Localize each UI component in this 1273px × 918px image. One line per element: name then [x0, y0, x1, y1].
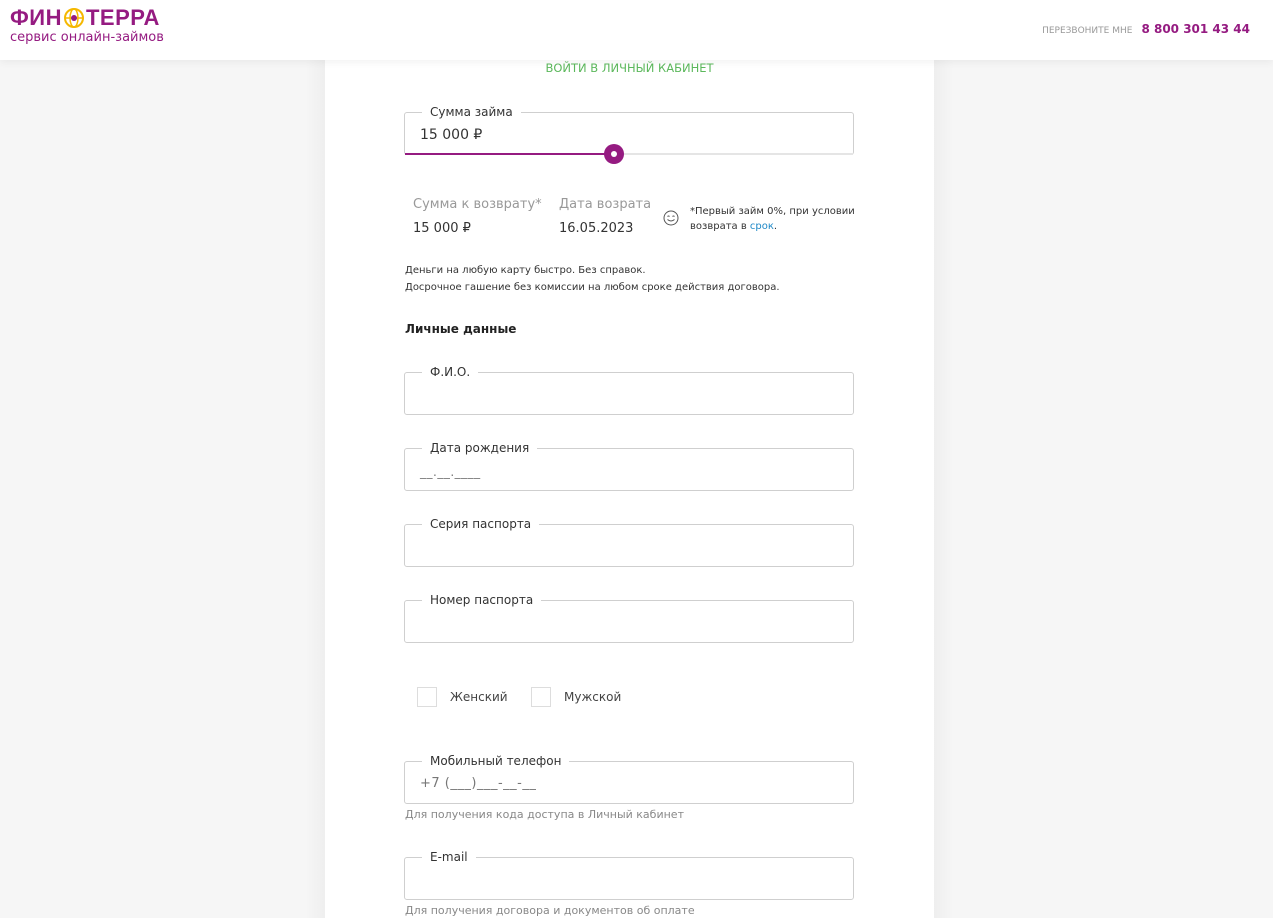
- term-link[interactable]: срок: [750, 221, 774, 232]
- birth-date-placeholder: __.__.____: [420, 465, 481, 479]
- birth-date-label: Дата рождения: [422, 441, 538, 455]
- logo-wordmark: ФИН ТЕРРА: [10, 6, 164, 30]
- mobile-phone-hint: Для получения кода доступа в Личный каби…: [405, 808, 684, 821]
- info-text: Деньги на любую карту быстро. Без справо…: [405, 262, 780, 296]
- fio-label: Ф.И.О.: [422, 365, 479, 379]
- email-label: E-mail: [422, 850, 476, 864]
- loan-amount-field[interactable]: Сумма займа 15 000 ₽: [404, 105, 854, 164]
- logo-right-text: ТЕРРА: [85, 5, 160, 30]
- fio-field[interactable]: Ф.И.О.: [404, 365, 854, 415]
- gender-female-checkbox[interactable]: [417, 687, 437, 707]
- mobile-phone-label: Мобильный телефон: [422, 754, 570, 768]
- gender-male-label[interactable]: Мужской: [564, 690, 621, 704]
- passport-number-field[interactable]: Номер паспорта: [404, 593, 854, 643]
- gender-female-label[interactable]: Женский: [450, 690, 508, 704]
- site-header: ФИН ТЕРРА сервис онлайн-займов ПЕРЕЗВОНИ…: [0, 0, 1273, 60]
- gender-female-option[interactable]: Женский: [417, 687, 508, 707]
- globe-icon: [63, 7, 85, 29]
- mobile-phone-placeholder: +7 (___)___-__-__: [420, 776, 537, 791]
- birth-date-field[interactable]: Дата рождения __.__.____: [404, 441, 854, 491]
- gender-male-option[interactable]: Мужской: [531, 687, 621, 707]
- personal-data-title: Личные данные: [405, 322, 517, 336]
- passport-number-label: Номер паспорта: [422, 593, 542, 607]
- passport-series-label: Серия паспорта: [422, 517, 540, 531]
- return-date-value: 16.05.2023: [559, 221, 634, 236]
- smile-icon: [663, 210, 679, 226]
- first-loan-note: *Первый займ 0%, при условии возврата в …: [690, 204, 880, 234]
- logo-left-text: ФИН: [10, 5, 62, 30]
- email-field[interactable]: E-mail: [404, 850, 854, 900]
- loan-slider-fill: [405, 153, 614, 155]
- return-date-label: Дата возрата: [559, 197, 652, 212]
- mobile-phone-field[interactable]: Мобильный телефон +7 (___)___-__-__: [404, 754, 854, 804]
- loan-slider-handle[interactable]: [603, 144, 624, 164]
- card-shadow-right: [934, 60, 954, 918]
- loan-amount-label: Сумма займа: [422, 105, 521, 119]
- return-amount-label: Сумма к возврату*: [413, 197, 542, 212]
- first-loan-note-end: .: [773, 221, 778, 232]
- email-hint: Для получения договора и документов об о…: [405, 904, 695, 917]
- card-shadow-left: [305, 60, 325, 918]
- logo-subtitle: сервис онлайн-займов: [10, 30, 164, 45]
- passport-series-field[interactable]: Серия паспорта: [404, 517, 854, 567]
- phone-number[interactable]: 8 800 301 43 44: [1141, 22, 1250, 36]
- callback-block: ПЕРЕЗВОНИТЕ МНЕ 8 800 301 43 44: [1042, 22, 1250, 36]
- callback-link[interactable]: ПЕРЕЗВОНИТЕ МНЕ: [1042, 26, 1132, 36]
- info-line-2: Досрочное гашение без комиссии на любом …: [405, 282, 780, 293]
- return-amount-value: 15 000 ₽: [413, 221, 471, 236]
- loan-amount-value: 15 000 ₽: [420, 127, 483, 143]
- gender-male-checkbox[interactable]: [531, 687, 551, 707]
- info-line-1: Деньги на любую карту быстро. Без справо…: [405, 265, 646, 276]
- application-form: ВОЙТИ В ЛИЧНЫЙ КАБИНЕТ Сумма займа 15 00…: [325, 40, 934, 918]
- logo[interactable]: ФИН ТЕРРА сервис онлайн-займов: [10, 6, 164, 45]
- login-link[interactable]: ВОЙТИ В ЛИЧНЫЙ КАБИНЕТ: [325, 61, 934, 75]
